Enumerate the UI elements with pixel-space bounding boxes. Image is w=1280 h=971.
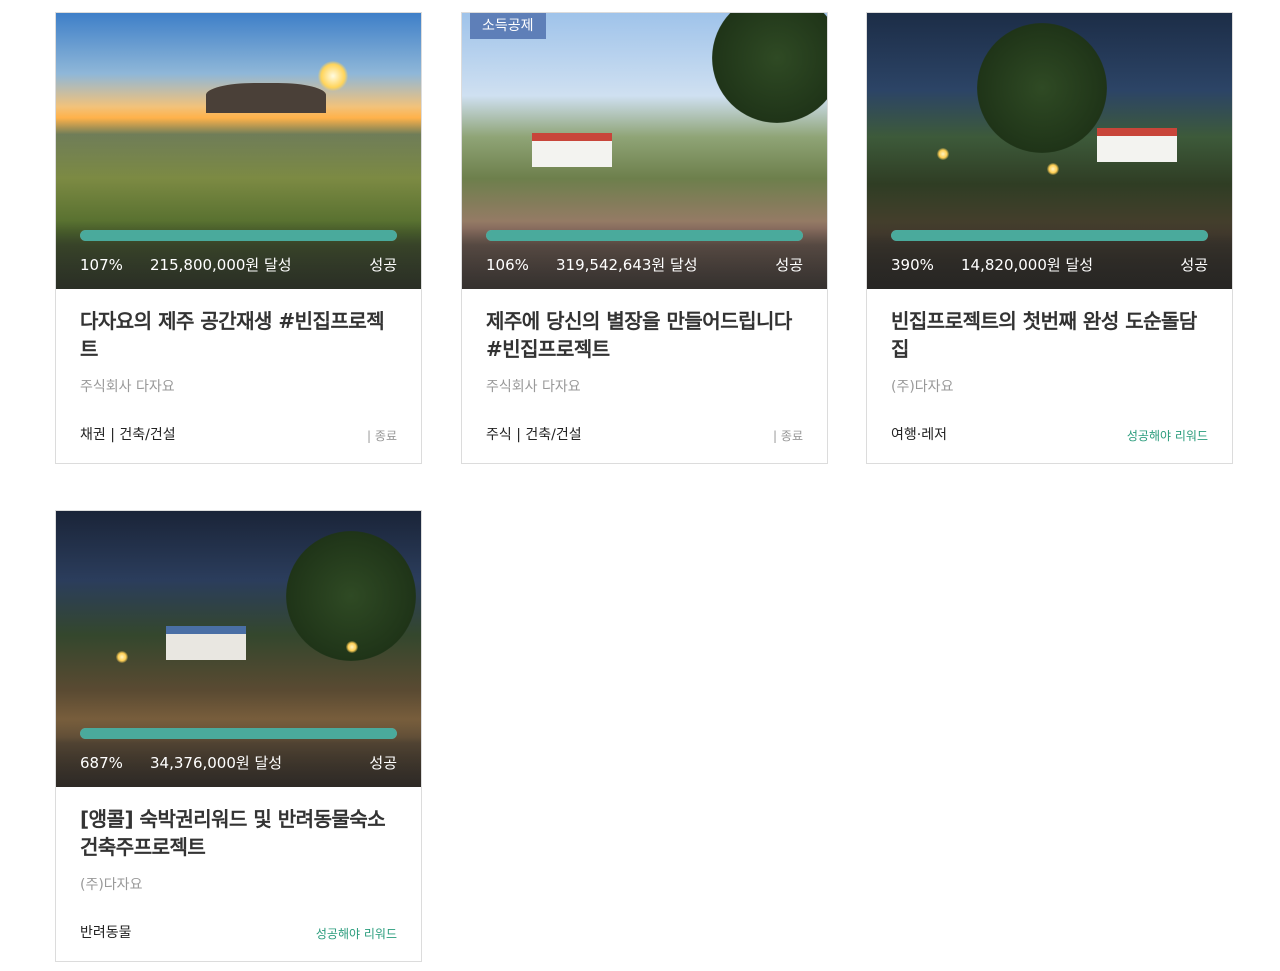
project-state: | 종료 [773,429,803,443]
project-state: | 종료 [367,429,397,443]
funding-status: 성공 [775,256,803,274]
project-category: 여행·레저 [891,427,947,443]
card-meta: 주식 | 건축/건설 | 종료 [486,425,803,445]
funding-percent: 106% [486,256,529,274]
progress-bar [80,230,397,241]
project-category: 채권 | 건축/건설 [80,427,176,443]
funding-status: 성공 [369,754,397,772]
funding-status: 성공 [1180,256,1208,274]
lamp-light [937,148,949,160]
lamp-light [116,651,128,663]
project-thumbnail[interactable]: 소득공제 106% 319,542,643원 달성 성공 [462,13,827,289]
funding-percent: 687% [80,754,123,772]
company-name: 주식회사 다자요 [486,379,581,395]
funding-amount: 14,820,000원 달성 [961,256,1094,274]
card-meta: 여행·레저 성공해야 리워드 [891,425,1208,445]
project-title[interactable]: 빈집프로젝트의 첫번째 완성 도순돌담집 [891,307,1208,363]
tree-shape [712,13,827,123]
funding-amount: 215,800,000원 달성 [150,256,292,274]
progress-bar-fill [80,728,397,739]
project-thumbnail[interactable]: 390% 14,820,000원 달성 성공 [867,13,1232,289]
funding-percent: 390% [891,256,934,274]
company-name: (주)다자요 [80,877,143,893]
project-thumbnail[interactable]: 687% 34,376,000원 달성 성공 [56,511,421,787]
project-state: 성공해야 리워드 [1126,429,1208,443]
company-name: 주식회사 다자요 [80,379,175,395]
funding-percent: 107% [80,256,123,274]
project-card[interactable]: 107% 215,800,000원 달성 성공 다자요의 제주 공간재생 #빈집… [55,12,422,464]
progress-overlay: 687% 34,376,000원 달성 성공 [56,719,421,787]
project-state: 성공해야 리워드 [315,927,397,941]
project-title[interactable]: [앵콜] 숙박권리워드 및 반려동물숙소 건축주프로젝트 [80,805,397,861]
progress-bar-fill [80,230,397,241]
project-card[interactable]: 390% 14,820,000원 달성 성공 빈집프로젝트의 첫번째 완성 도순… [866,12,1233,464]
house-shape [532,133,612,167]
project-grid: 107% 215,800,000원 달성 성공 다자요의 제주 공간재생 #빈집… [0,0,1280,971]
progress-overlay: 107% 215,800,000원 달성 성공 [56,221,421,289]
lamp-light [1047,163,1059,175]
funding-stats: 107% 215,800,000원 달성 성공 [80,255,397,275]
card-meta: 채권 | 건축/건설 | 종료 [80,425,397,445]
project-title[interactable]: 다자요의 제주 공간재생 #빈집프로젝트 [80,307,397,363]
funding-amount: 34,376,000원 달성 [150,754,283,772]
progress-overlay: 390% 14,820,000원 달성 성공 [867,221,1232,289]
project-thumbnail[interactable]: 107% 215,800,000원 달성 성공 [56,13,421,289]
card-body: [앵콜] 숙박권리워드 및 반려동물숙소 건축주프로젝트 (주)다자요 [56,787,421,895]
project-category: 반려동물 [80,925,132,941]
funding-stats: 106% 319,542,643원 달성 성공 [486,255,803,275]
funding-amount: 319,542,643원 달성 [556,256,698,274]
sun-shape [318,61,348,91]
project-card[interactable]: 소득공제 106% 319,542,643원 달성 성공 제주에 당신의 별장을… [461,12,828,464]
progress-bar [80,728,397,739]
funding-stats: 390% 14,820,000원 달성 성공 [891,255,1208,275]
house-shape [166,626,246,660]
card-body: 제주에 당신의 별장을 만들어드립니다 #빈집프로젝트 주식회사 다자요 [462,289,827,397]
tree-shape [977,23,1107,153]
funding-status: 성공 [369,256,397,274]
house-shape [1097,128,1177,162]
card-body: 다자요의 제주 공간재생 #빈집프로젝트 주식회사 다자요 [56,289,421,397]
progress-bar [486,230,803,241]
progress-bar [891,230,1208,241]
project-card[interactable]: 687% 34,376,000원 달성 성공 [앵콜] 숙박권리워드 및 반려동… [55,510,422,962]
progress-overlay: 106% 319,542,643원 달성 성공 [462,221,827,289]
company-name: (주)다자요 [891,379,954,395]
progress-bar-fill [486,230,803,241]
tax-deduction-badge: 소득공제 [470,13,546,39]
project-title[interactable]: 제주에 당신의 별장을 만들어드립니다 #빈집프로젝트 [486,307,803,363]
progress-bar-fill [891,230,1208,241]
card-meta: 반려동물 성공해야 리워드 [80,923,397,943]
card-body: 빈집프로젝트의 첫번째 완성 도순돌담집 (주)다자요 [867,289,1232,397]
funding-stats: 687% 34,376,000원 달성 성공 [80,753,397,773]
project-category: 주식 | 건축/건설 [486,427,582,443]
mountain-shape [206,83,326,113]
lamp-light [346,641,358,653]
